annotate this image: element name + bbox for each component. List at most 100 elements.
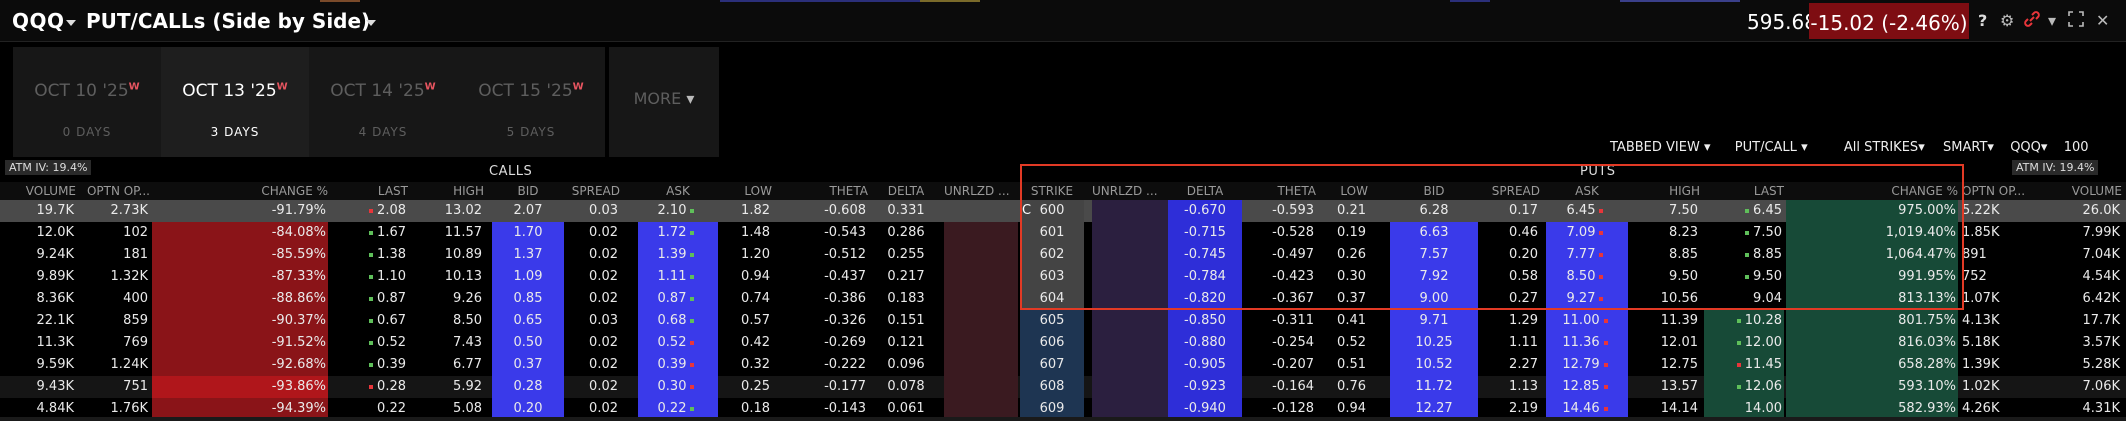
c-spread-cell[interactable]: 0.03 [566,310,620,332]
column-header[interactable]: THETA [780,184,868,198]
c-bid-cell[interactable]: 1.09 [492,266,564,288]
unrealized-pnl-cell[interactable] [944,332,1018,354]
p-last-cell[interactable]: 12.06 [1704,376,1784,398]
c-low-cell[interactable]: 1.48 [720,222,772,244]
c-delta-cell[interactable]: 0.255 [870,244,942,266]
c-ask-cell[interactable]: 0.39 [638,354,718,376]
c-theta-cell[interactable]: -0.543 [780,222,868,244]
c-theta-cell[interactable]: -0.512 [780,244,868,266]
c-chg-cell[interactable]: -88.86% [152,288,328,310]
column-header[interactable]: DELTA [870,184,942,198]
c-spread-cell[interactable]: 0.02 [566,222,620,244]
c-oi-cell[interactable]: 2.73K [80,200,150,222]
c-high-cell[interactable]: 8.50 [420,310,484,332]
c-vol-cell[interactable]: 9.24K [6,244,76,266]
option-row[interactable]: 9.43K 751 -93.86% 0.28 5.92 0.28 0.02 0.30 0.25 -… [0,376,2126,398]
p-chg-cell[interactable]: 801.75% [1786,310,1958,332]
c-spread-cell[interactable]: 0.02 [566,288,620,310]
p-spread-cell[interactable]: 1.29 [1480,310,1540,332]
column-header[interactable]: UNRLZD ... [944,184,1018,198]
c-low-cell[interactable]: 0.42 [720,332,772,354]
gear-icon[interactable]: ⚙ [2000,11,2014,30]
c-low-cell[interactable]: 0.94 [720,266,772,288]
unrealized-pnl-cell[interactable] [1092,310,1168,332]
c-bid-cell[interactable]: 0.65 [492,310,564,332]
c-vol-cell[interactable]: 9.89K [6,266,76,288]
unrealized-pnl-cell[interactable] [1092,354,1168,376]
c-low-cell[interactable]: 0.25 [720,376,772,398]
c-oi-cell[interactable]: 400 [80,288,150,310]
tab-oct-13[interactable]: OCT 13 '25W 3 DAYS [161,47,309,157]
c-vol-cell[interactable]: 11.3K [6,332,76,354]
p-oi-cell[interactable]: 1.39K [1962,354,2046,376]
unrealized-pnl-cell[interactable] [944,222,1018,244]
c-delta-cell[interactable]: 0.331 [870,200,942,222]
c-oi-cell[interactable]: 859 [80,310,150,332]
c-oi-cell[interactable]: 1.24K [80,354,150,376]
p-vol-cell[interactable]: 5.28K [2050,354,2122,376]
put-call-dropdown[interactable]: PUT/CALL ▾ [1735,140,1808,155]
p-oi-cell[interactable]: 891 [1962,244,2046,266]
c-vol-cell[interactable]: 9.59K [6,354,76,376]
c-bid-cell[interactable]: 1.70 [492,222,564,244]
c-chg-cell[interactable]: -90.37% [152,310,328,332]
tabbed-view-dropdown[interactable]: TABBED VIEW ▾ [1610,140,1711,155]
unrealized-pnl-cell[interactable] [944,354,1018,376]
c-high-cell[interactable]: 13.02 [420,200,484,222]
p-theta-cell[interactable]: -0.164 [1244,376,1316,398]
p-vol-cell[interactable]: 7.06K [2050,376,2122,398]
option-row[interactable]: 9.59K 1.24K -92.68% 0.39 6.77 0.37 0.02 0.39 0.3… [0,354,2126,376]
p-ask-cell[interactable]: 12.85 [1546,376,1628,398]
p-spread-cell[interactable]: 2.27 [1480,354,1540,376]
c-vol-cell[interactable]: 9.43K [6,376,76,398]
p-last-cell[interactable]: 12.00 [1704,332,1784,354]
c-theta-cell[interactable]: -0.269 [780,332,868,354]
c-low-cell[interactable]: 1.82 [720,200,772,222]
p-delta-cell[interactable]: -0.905 [1168,354,1242,376]
c-delta-cell[interactable]: 0.078 [870,376,942,398]
column-header[interactable]: VOLUME [2050,184,2122,198]
strike-cell[interactable]: 608 [1020,376,1084,398]
c-last-cell[interactable]: 1.10 [356,266,408,288]
c-last-cell[interactable]: 2.08 [356,200,408,222]
c-vol-cell[interactable]: 19.7K [6,200,76,222]
p-bid-cell[interactable]: 9.71 [1390,310,1478,332]
c-ask-cell[interactable]: 0.68 [638,310,718,332]
c-bid-cell[interactable]: 2.07 [492,200,564,222]
tab-more[interactable]: MORE ▾ [609,47,719,157]
p-low-cell[interactable]: 0.52 [1320,332,1368,354]
unrealized-pnl-cell[interactable] [944,310,1018,332]
option-row[interactable]: 22.1K 859 -90.37% 0.67 8.50 0.65 0.03 0.68 0.57 -… [0,310,2126,332]
help-icon[interactable]: ? [1978,11,1987,30]
c-low-cell[interactable]: 0.57 [720,310,772,332]
column-header[interactable]: LAST [356,184,408,198]
c-delta-cell[interactable]: 0.183 [870,288,942,310]
c-delta-cell[interactable]: 0.151 [870,310,942,332]
column-header[interactable]: ASK [638,184,718,198]
c-spread-cell[interactable]: 0.02 [566,376,620,398]
p-oi-cell[interactable]: 1.85K [1962,222,2046,244]
c-chg-cell[interactable]: -84.08% [152,222,328,244]
c-bid-cell[interactable]: 1.37 [492,244,564,266]
c-last-cell[interactable]: 1.67 [356,222,408,244]
c-delta-cell[interactable]: 0.217 [870,266,942,288]
c-ask-cell[interactable]: 1.11 [638,266,718,288]
close-icon[interactable]: ✕ [2096,11,2109,30]
c-delta-cell[interactable]: 0.121 [870,332,942,354]
p-delta-cell[interactable]: -0.880 [1168,332,1242,354]
p-high-cell[interactable]: 13.57 [1632,376,1700,398]
c-chg-cell[interactable]: -85.59% [152,244,328,266]
c-ask-cell[interactable]: 1.72 [638,222,718,244]
p-vol-cell[interactable]: 7.04K [2050,244,2122,266]
p-oi-cell[interactable]: 5.22K [1962,200,2046,222]
tab-oct-10[interactable]: OCT 10 '25W 0 DAYS [13,47,161,157]
c-oi-cell[interactable]: 102 [80,222,150,244]
p-chg-cell[interactable]: 593.10% [1786,376,1958,398]
c-spread-cell[interactable]: 0.03 [566,200,620,222]
p-high-cell[interactable]: 12.75 [1632,354,1700,376]
exchange-dropdown[interactable]: SMART▾ [1943,140,1994,155]
horizontal-scrollbar[interactable] [0,417,2126,421]
c-vol-cell[interactable]: 12.0K [6,222,76,244]
p-low-cell[interactable]: 0.41 [1320,310,1368,332]
p-bid-cell[interactable]: 11.72 [1390,376,1478,398]
